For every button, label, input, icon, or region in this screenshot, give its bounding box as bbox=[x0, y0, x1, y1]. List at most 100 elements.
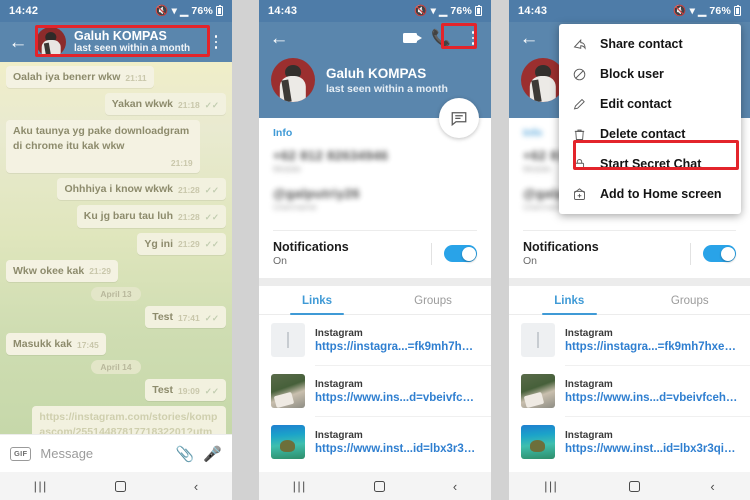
date-divider: April 13 bbox=[91, 286, 141, 301]
message-input[interactable]: Message bbox=[40, 446, 166, 461]
message-text: Masukk kak bbox=[13, 338, 72, 351]
back-button[interactable]: ← bbox=[8, 33, 28, 52]
username-info-row[interactable]: @galputriy26 Username bbox=[273, 186, 477, 213]
message-text: Yg ini bbox=[144, 237, 173, 250]
battery-percent: 76% bbox=[191, 5, 213, 17]
link-url[interactable]: https://www.ins...d=vbeivfceh1mn bbox=[565, 392, 738, 404]
link-title: Instagram bbox=[315, 378, 363, 390]
read-tick-icon: ✓✓ bbox=[204, 184, 219, 195]
tab-groups[interactable]: Groups bbox=[630, 286, 750, 314]
link-url[interactable]: https://www.inst...id=lbx3r3qitche bbox=[565, 443, 738, 455]
back-button[interactable]: ← bbox=[269, 29, 289, 48]
link-title: Instagram bbox=[565, 429, 613, 441]
links-list: Instagram https://instagra...=fk9mh7hxer… bbox=[509, 315, 750, 467]
link-title: Instagram bbox=[315, 429, 363, 441]
menu-item-label: Add to Home screen bbox=[600, 187, 722, 201]
list-item[interactable]: Instagram https://www.inst...id=lbx3r3qi… bbox=[259, 417, 491, 467]
date-divider: April 14 bbox=[91, 360, 141, 375]
chat-title-block[interactable]: Galuh KOMPAS last seen within a month bbox=[74, 29, 200, 55]
profile-tabs: Links Groups bbox=[259, 286, 491, 315]
kebab-menu-icon[interactable] bbox=[208, 35, 224, 49]
link-thumbnail bbox=[521, 323, 555, 357]
status-bar-time: 14:42 bbox=[9, 5, 39, 17]
microphone-icon[interactable]: 🎤 bbox=[203, 445, 222, 463]
notifications-title: Notifications bbox=[273, 240, 349, 254]
back-nav-button[interactable]: ‹ bbox=[453, 479, 457, 494]
paperclip-icon[interactable]: 📎 bbox=[176, 445, 195, 463]
status-bar-icons: 🔇 ▾ ▁ 76% bbox=[673, 4, 741, 17]
profile-tabs: Links Groups bbox=[509, 286, 750, 315]
home-button[interactable] bbox=[374, 480, 386, 492]
phone-icon[interactable]: 📞 bbox=[431, 28, 451, 48]
menu-item-start-secret-chat[interactable]: Start Secret Chat bbox=[559, 149, 741, 179]
recents-button[interactable]: ||| bbox=[293, 479, 307, 493]
battery-icon bbox=[734, 4, 741, 16]
status-bar-time: 14:43 bbox=[518, 5, 548, 17]
avatar[interactable] bbox=[271, 58, 315, 102]
menu-item-delete-contact[interactable]: Delete contact bbox=[559, 119, 741, 149]
status-bar: 14:43 🔇 ▾ ▁ 76% bbox=[259, 0, 491, 22]
list-item[interactable]: Instagram https://www.inst...id=lbx3r3qi… bbox=[509, 417, 750, 467]
message-bubble-icon[interactable] bbox=[439, 98, 479, 138]
message-text: Test bbox=[152, 310, 173, 323]
block-circle-icon bbox=[571, 66, 587, 82]
message-text: Oalah iya benerr wkw bbox=[13, 71, 121, 83]
avatar[interactable] bbox=[36, 27, 66, 57]
list-item[interactable]: Instagram https://instagra...=fk9mh7hxer… bbox=[509, 315, 750, 365]
message-time: 17:45 bbox=[76, 339, 99, 350]
back-nav-button[interactable]: ‹ bbox=[194, 479, 198, 494]
chat-message-list[interactable]: Oalah iya benerr wkw 21:11 Yakan wkwk 21:1… bbox=[0, 62, 232, 434]
notifications-toggle[interactable] bbox=[444, 245, 477, 262]
notifications-row[interactable]: Notifications On bbox=[509, 231, 750, 278]
battery-icon bbox=[475, 4, 482, 16]
link-url[interactable]: https://www.ins...d=vbeivfceh1mn bbox=[315, 392, 479, 404]
battery-icon bbox=[216, 4, 223, 16]
video-camera-icon[interactable] bbox=[403, 33, 423, 43]
menu-item-label: Share contact bbox=[600, 37, 683, 51]
back-button[interactable]: ← bbox=[519, 29, 539, 48]
list-item[interactable]: Instagram https://instagra...=fk9mh7hxer… bbox=[259, 315, 491, 365]
gif-icon[interactable]: GIF bbox=[10, 446, 32, 461]
recents-button[interactable]: ||| bbox=[544, 479, 558, 493]
message-composer[interactable]: GIF Message 📎 🎤 bbox=[0, 434, 232, 472]
menu-item-share-contact[interactable]: Share contact bbox=[559, 29, 741, 59]
menu-item-label: Block user bbox=[600, 67, 664, 81]
link-title: Instagram bbox=[565, 378, 613, 390]
phone-panel-chat: 14:42 🔇 ▾ ▁ 76% ← Galuh KOMPAS last seen… bbox=[0, 0, 232, 500]
notifications-row[interactable]: Notifications On bbox=[259, 231, 491, 278]
notifications-title: Notifications bbox=[523, 240, 599, 254]
signal-icon: ▁ bbox=[439, 4, 448, 17]
home-button[interactable] bbox=[115, 480, 127, 492]
tab-groups[interactable]: Groups bbox=[375, 286, 491, 314]
tab-links[interactable]: Links bbox=[259, 286, 375, 315]
menu-item-block-user[interactable]: Block user bbox=[559, 59, 741, 89]
back-nav-button[interactable]: ‹ bbox=[710, 479, 714, 494]
message-link-text[interactable]: https://instagram.com/stories/kompascom/… bbox=[39, 410, 219, 434]
android-nav-bar: ||| ‹ bbox=[0, 472, 232, 500]
link-url[interactable]: https://www.inst...id=lbx3r3qitche bbox=[315, 443, 479, 455]
link-url[interactable]: https://instagra...=fk9mh7hxerye bbox=[565, 341, 738, 353]
add-to-home-icon bbox=[571, 186, 587, 202]
divider bbox=[431, 242, 432, 265]
status-bar: 14:42 🔇 ▾ ▁ 76% bbox=[0, 0, 232, 22]
menu-item-edit-contact[interactable]: Edit contact bbox=[559, 89, 741, 119]
read-tick-icon: ✓✓ bbox=[204, 385, 219, 396]
recents-button[interactable]: ||| bbox=[34, 479, 48, 493]
message-time: 21:28 bbox=[178, 212, 200, 223]
menu-item-label: Edit contact bbox=[600, 97, 672, 111]
message-text: Ku jg baru tau luh bbox=[83, 210, 173, 223]
link-thumbnail bbox=[271, 323, 305, 357]
home-button[interactable] bbox=[628, 480, 640, 492]
phone-info-row[interactable]: +62 812 82634946 Mobile bbox=[273, 148, 477, 175]
menu-item-add-to-home-screen[interactable]: Add to Home screen bbox=[559, 179, 741, 209]
contact-status: last seen within a month bbox=[326, 82, 448, 95]
kebab-menu-icon[interactable] bbox=[465, 31, 481, 45]
notifications-toggle[interactable] bbox=[703, 245, 736, 262]
list-item[interactable]: Instagram https://www.ins...d=vbeivfceh1… bbox=[259, 366, 491, 416]
read-tick-icon: ✓✓ bbox=[204, 312, 219, 323]
list-item[interactable]: Instagram https://www.ins...d=vbeivfceh1… bbox=[509, 366, 750, 416]
tab-links[interactable]: Links bbox=[509, 286, 630, 315]
link-url[interactable]: https://instagra...=fk9mh7hxerye bbox=[315, 341, 479, 353]
phone-panel-profile: 14:43 🔇 ▾ ▁ 76% ← 📞 Galuh KOMPAS last se… bbox=[259, 0, 491, 500]
message-time: 21:19 bbox=[170, 157, 193, 168]
